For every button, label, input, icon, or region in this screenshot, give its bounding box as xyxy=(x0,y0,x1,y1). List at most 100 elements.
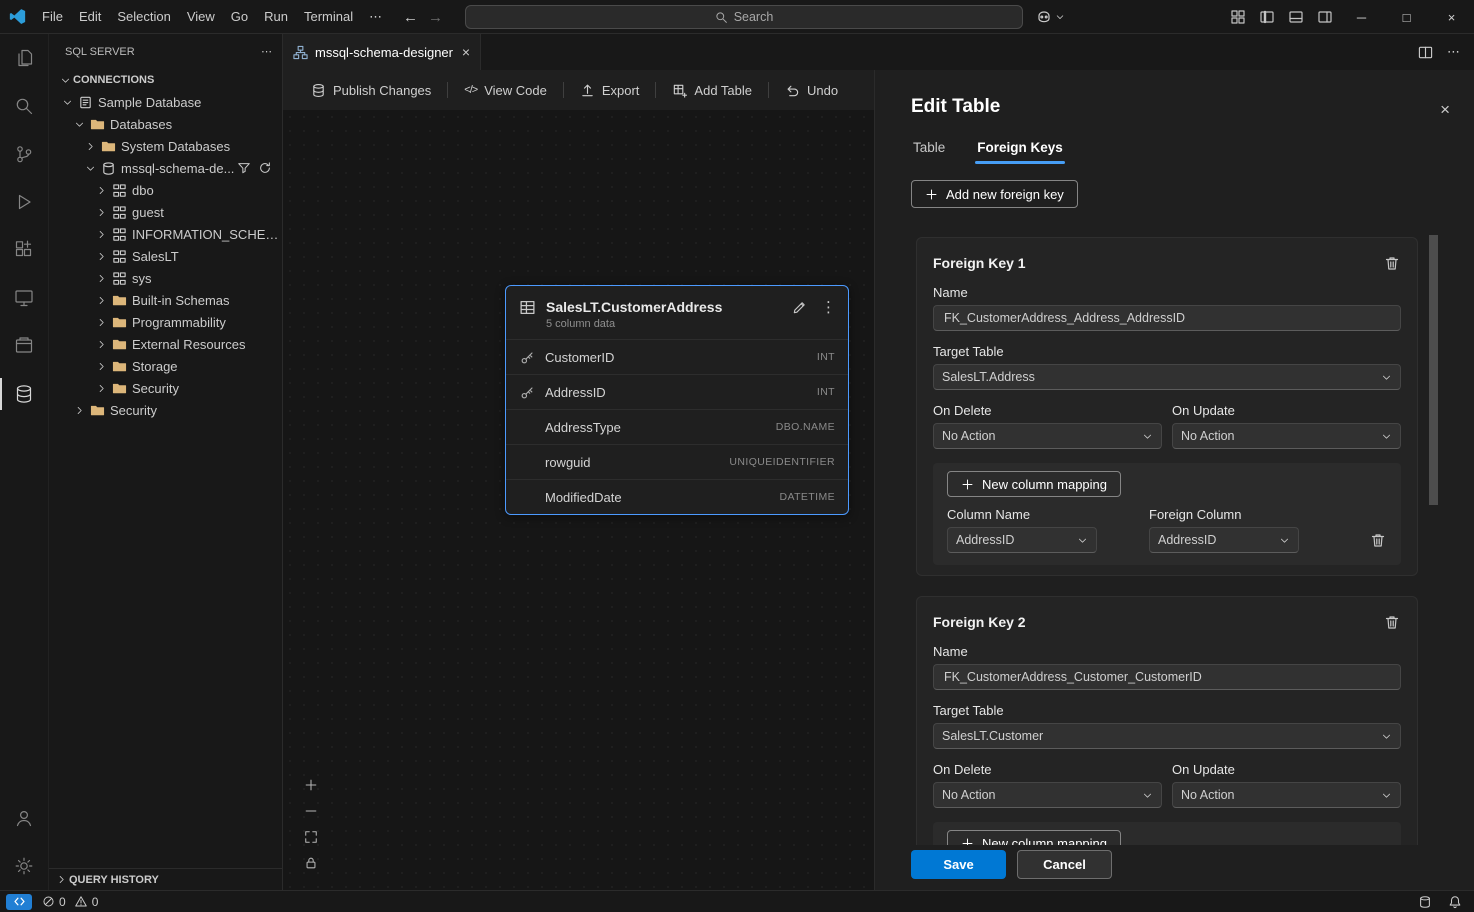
menu-selection[interactable]: Selection xyxy=(109,5,178,28)
menu-bar: File Edit Selection View Go Run Terminal… xyxy=(34,5,390,29)
copilot-menu[interactable] xyxy=(1036,5,1065,29)
customize-layout-icon[interactable] xyxy=(1223,0,1252,34)
mapping-foreign-column-dropdown[interactable]: AddressID xyxy=(1149,527,1299,553)
editor-more-icon[interactable]: ⋯ xyxy=(1447,44,1460,60)
export-button[interactable]: Export xyxy=(572,78,648,103)
fk2-target-table-dropdown[interactable]: SalesLT.Customer xyxy=(933,723,1401,749)
tree-item-built-in-schemas[interactable]: Built-in Schemas xyxy=(49,289,282,311)
column-row-rowguid[interactable]: rowguid UNIQUEIDENTIFIER xyxy=(506,444,848,479)
undo-button[interactable]: Undo xyxy=(777,78,846,103)
fk2-name-input[interactable] xyxy=(933,664,1401,690)
database-projects-icon[interactable] xyxy=(0,322,48,370)
fk1-name-input[interactable] xyxy=(933,305,1401,331)
fk2-on-delete-dropdown[interactable]: No Action xyxy=(933,782,1162,808)
toggle-panel-icon[interactable] xyxy=(1281,0,1310,34)
delete-foreign-key-icon[interactable] xyxy=(1383,613,1401,631)
column-row-modifieddate[interactable]: ModifiedDate DATETIME xyxy=(506,479,848,514)
column-row-customerid[interactable]: CustomerID INT xyxy=(506,339,848,374)
panel-close-icon[interactable]: × xyxy=(1440,100,1450,120)
tree-item-dbo[interactable]: dbo xyxy=(49,179,282,201)
tree-item-mssql-schema-designer-db[interactable]: mssql-schema-de... xyxy=(49,157,282,179)
fit-view-icon[interactable] xyxy=(302,828,320,846)
edit-pencil-icon[interactable] xyxy=(792,300,807,315)
fk2-on-update-dropdown[interactable]: No Action xyxy=(1172,782,1401,808)
fk1-target-table-dropdown[interactable]: SalesLT.Address xyxy=(933,364,1401,390)
publish-changes-button[interactable]: Publish Changes xyxy=(303,78,439,103)
cancel-button[interactable]: Cancel xyxy=(1017,850,1112,879)
toggle-secondary-sidebar-icon[interactable] xyxy=(1310,0,1339,34)
mapping-column-dropdown[interactable]: AddressID xyxy=(947,527,1097,553)
database-status-icon[interactable] xyxy=(1418,895,1432,909)
tab-close-icon[interactable]: × xyxy=(462,44,470,60)
menu-edit[interactable]: Edit xyxy=(71,5,109,28)
table-node-customeraddress[interactable]: SalesLT.CustomerAddress ⋮ 5 column data … xyxy=(505,285,849,515)
problems-indicator[interactable]: 0 0 xyxy=(42,895,98,909)
tree-item-information-schema[interactable]: INFORMATION_SCHEMA xyxy=(49,223,282,245)
column-type: DATETIME xyxy=(779,491,835,503)
command-center-search[interactable]: Search xyxy=(465,5,1023,29)
tree-item-security-server[interactable]: Security xyxy=(49,399,282,421)
close-window-button[interactable]: × xyxy=(1429,0,1474,34)
schema-designer-canvas[interactable]: SalesLT.CustomerAddress ⋮ 5 column data … xyxy=(283,110,874,890)
tree-item-storage[interactable]: Storage xyxy=(49,355,282,377)
save-button[interactable]: Save xyxy=(911,850,1006,879)
tree-item-security-db[interactable]: Security xyxy=(49,377,282,399)
zoom-in-icon[interactable] xyxy=(302,776,320,794)
split-editor-icon[interactable] xyxy=(1418,45,1433,60)
panel-scrollbar-thumb[interactable] xyxy=(1429,235,1438,505)
sidebar-more-icon[interactable]: ⋯ xyxy=(261,45,272,58)
minimize-button[interactable]: ─ xyxy=(1339,0,1384,34)
delete-mapping-icon[interactable] xyxy=(1369,531,1387,549)
extensions-icon[interactable] xyxy=(0,226,48,274)
fk1-on-update-dropdown[interactable]: No Action xyxy=(1172,423,1401,449)
filter-icon[interactable] xyxy=(237,161,251,175)
menu-view[interactable]: View xyxy=(179,5,223,28)
kebab-menu-icon[interactable]: ⋮ xyxy=(821,298,836,316)
menu-more-icon[interactable]: ⋯ xyxy=(361,5,390,29)
query-history-section-header[interactable]: QUERY HISTORY xyxy=(49,868,282,890)
tree-item-programmability[interactable]: Programmability xyxy=(49,311,282,333)
remote-indicator-icon[interactable] xyxy=(6,894,32,910)
back-icon[interactable]: ← xyxy=(403,9,418,26)
connections-section-header[interactable]: CONNECTIONS xyxy=(49,69,282,91)
column-row-addressid[interactable]: AddressID INT xyxy=(506,374,848,409)
tree-item-external-resources[interactable]: External Resources xyxy=(49,333,282,355)
forward-icon[interactable]: → xyxy=(428,9,443,26)
view-code-button[interactable]: </> View Code xyxy=(456,78,555,103)
tree-item-sys[interactable]: sys xyxy=(49,267,282,289)
menu-file[interactable]: File xyxy=(34,5,71,28)
run-debug-icon[interactable] xyxy=(0,178,48,226)
search-sidebar-icon[interactable] xyxy=(0,82,48,130)
sql-server-icon[interactable] xyxy=(0,370,48,418)
remote-explorer-icon[interactable] xyxy=(0,274,48,322)
bell-icon[interactable] xyxy=(1448,895,1462,909)
menu-go[interactable]: Go xyxy=(223,5,256,28)
tree-item-label: Sample Database xyxy=(98,95,201,110)
maximize-button[interactable]: □ xyxy=(1384,0,1429,34)
tree-item-databases[interactable]: Databases xyxy=(49,113,282,135)
tab-foreign-keys[interactable]: Foreign Keys xyxy=(975,134,1065,164)
new-column-mapping-button[interactable]: New column mapping xyxy=(947,471,1121,497)
tab-table[interactable]: Table xyxy=(911,134,947,164)
tree-item-guest[interactable]: guest xyxy=(49,201,282,223)
zoom-out-icon[interactable] xyxy=(302,802,320,820)
source-control-icon[interactable] xyxy=(0,130,48,178)
account-icon[interactable] xyxy=(0,794,48,842)
add-table-button[interactable]: Add Table xyxy=(664,78,760,103)
explorer-icon[interactable] xyxy=(0,34,48,82)
toggle-primary-sidebar-icon[interactable] xyxy=(1252,0,1281,34)
tree-item-system-databases[interactable]: System Databases xyxy=(49,135,282,157)
add-new-foreign-key-button[interactable]: Add new foreign key xyxy=(911,180,1078,208)
menu-terminal[interactable]: Terminal xyxy=(296,5,361,28)
settings-gear-icon[interactable] xyxy=(0,842,48,890)
menu-run[interactable]: Run xyxy=(256,5,296,28)
delete-foreign-key-icon[interactable] xyxy=(1383,254,1401,272)
refresh-icon[interactable] xyxy=(258,161,272,175)
column-row-addresstype[interactable]: AddressType DBO.NAME xyxy=(506,409,848,444)
tree-item-sample-database[interactable]: Sample Database xyxy=(49,91,282,113)
fk1-on-delete-dropdown[interactable]: No Action xyxy=(933,423,1162,449)
lock-icon[interactable] xyxy=(302,854,320,872)
new-column-mapping-button[interactable]: New column mapping xyxy=(947,830,1121,845)
tree-item-saleslt[interactable]: SalesLT xyxy=(49,245,282,267)
tab-mssql-schema-designer[interactable]: mssql-schema-designer × xyxy=(283,34,481,70)
